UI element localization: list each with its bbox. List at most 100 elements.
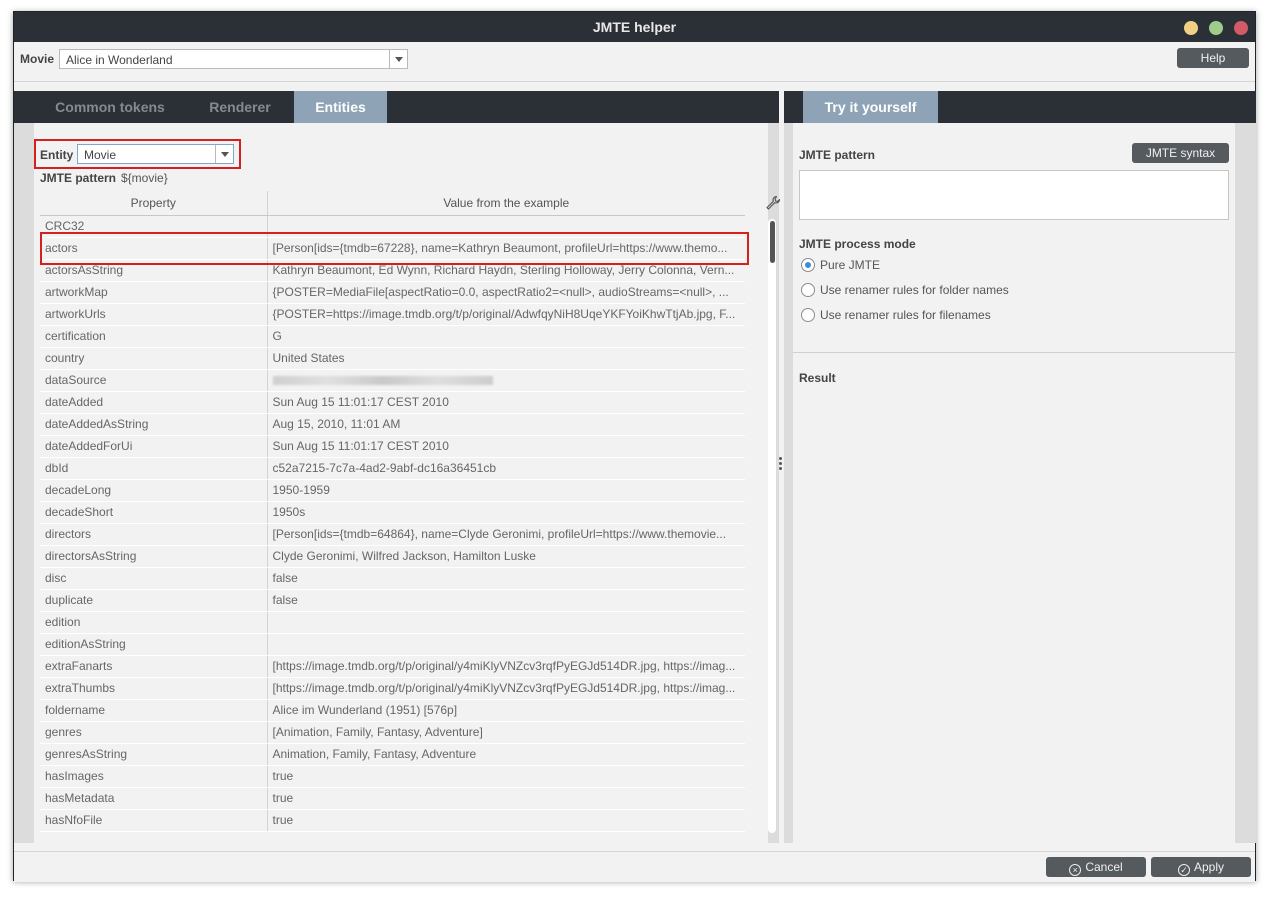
value-cell: true	[267, 765, 745, 788]
table-row[interactable]: extraFanarts [https://image.tmdb.org/t/p/…	[40, 655, 745, 678]
table-row[interactable]: dateAddedForUi Sun Aug 15 11:01:17 CEST 2…	[40, 435, 745, 458]
table-row[interactable]: decadeLong 1950-1959	[40, 479, 745, 502]
property-cell: dateAdded	[40, 391, 268, 414]
property-cell: editionAsString	[40, 633, 268, 656]
radio-pure-jmte[interactable]	[801, 258, 815, 272]
try-pattern-label: JMTE pattern	[799, 148, 876, 162]
tab-entities[interactable]: Entities	[294, 91, 387, 131]
movie-label: Movie	[20, 52, 55, 66]
jmte-helper-window: JMTE helper Movie Alice in Wonderland He…	[13, 11, 1256, 882]
table-row[interactable]: directors [Person[ids={tmdb=64864}, name=…	[40, 523, 745, 546]
value-cell: c52a7215-7c7a-4ad2-9abf-dc16a36451cb	[267, 457, 745, 480]
value-cell	[267, 611, 745, 634]
table-row[interactable]: extraThumbs [https://image.tmdb.org/t/p/o…	[40, 677, 745, 700]
table-row[interactable]: genresAsString Animation, Family, Fantasy…	[40, 743, 745, 766]
property-cell: extraThumbs	[40, 677, 268, 700]
value-cell: true	[267, 809, 745, 832]
radio-folder-names[interactable]	[801, 283, 815, 297]
try-it-panel: JMTE pattern JMTE syntax JMTE process mo…	[784, 123, 1256, 843]
table-row[interactable]: artworkMap {POSTER=MediaFile[aspectRatio=…	[40, 281, 745, 304]
value-cell: [https://image.tmdb.org/t/p/original/y4m…	[267, 655, 745, 678]
property-cell: genres	[40, 721, 268, 744]
table-row[interactable]: edition	[40, 611, 745, 634]
cancel-button[interactable]: × Cancel	[1046, 857, 1146, 877]
help-button[interactable]: Help	[1177, 48, 1249, 68]
table-row[interactable]: editionAsString	[40, 633, 745, 656]
cancel-label: Cancel	[1085, 860, 1123, 874]
table-row[interactable]: directorsAsString Clyde Geronimi, Wilfred…	[40, 545, 745, 568]
table-scrollbar-track[interactable]	[768, 219, 776, 833]
minimize-button[interactable]	[1184, 21, 1198, 35]
value-cell: Alice im Wunderland (1951) [576p]	[267, 699, 745, 722]
wrench-icon[interactable]	[765, 195, 781, 211]
property-cell: hasMetadata	[40, 787, 268, 810]
movie-select[interactable]: Alice in Wonderland	[59, 49, 408, 69]
property-cell: dateAddedAsString	[40, 413, 268, 436]
value-cell: true	[267, 787, 745, 810]
tab-try-it-yourself[interactable]: Try it yourself	[803, 91, 938, 131]
property-cell: decadeShort	[40, 501, 268, 524]
jmte-syntax-button[interactable]: JMTE syntax	[1132, 143, 1229, 163]
table-row[interactable]: foldername Alice im Wunderland (1951) [57…	[40, 699, 745, 722]
radio-folder-names-label[interactable]: Use renamer rules for folder names	[820, 283, 1009, 297]
table-row[interactable]: dateAddedAsString Aug 15, 2010, 11:01 AM	[40, 413, 745, 436]
pattern-value: ${movie}	[121, 171, 168, 185]
radio-pure-jmte-label[interactable]: Pure JMTE	[820, 258, 880, 272]
cancel-icon: ×	[1069, 864, 1082, 876]
table-row[interactable]: genres [Animation, Family, Fantasy, Adven…	[40, 721, 745, 744]
column-header-value[interactable]: Value from the example	[267, 191, 745, 216]
column-header-property[interactable]: Property	[40, 191, 268, 216]
table-row[interactable]: disc false	[40, 567, 745, 590]
table-row[interactable]: dbId c52a7215-7c7a-4ad2-9abf-dc16a36451cb	[40, 457, 745, 480]
left-tab-bar: Common tokens Renderer Entities	[14, 91, 779, 131]
properties-table-body: CRC32 actors [Person[ids={tmdb=67228}, nam…	[40, 215, 745, 832]
table-row[interactable]: country United States	[40, 347, 745, 370]
table-row[interactable]: decadeShort 1950s	[40, 501, 745, 524]
property-cell: dataSource	[40, 369, 268, 392]
table-row[interactable]: certification G	[40, 325, 745, 348]
property-cell: hasImages	[40, 765, 268, 788]
radio-filenames-label[interactable]: Use renamer rules for filenames	[820, 308, 991, 322]
table-scrollbar-thumb[interactable]	[770, 221, 775, 263]
redacted-value	[272, 376, 493, 386]
tab-renderer[interactable]: Renderer	[186, 91, 294, 123]
value-cell: United States	[267, 347, 745, 370]
property-cell: directors	[40, 523, 268, 546]
property-cell: edition	[40, 611, 268, 634]
table-header-row: Property Value from the example	[40, 191, 745, 216]
try-pattern-input[interactable]	[799, 170, 1229, 220]
property-cell: country	[40, 347, 268, 370]
table-row[interactable]: hasImages true	[40, 765, 745, 788]
apply-button[interactable]: ✓ Apply	[1151, 857, 1251, 877]
maximize-button[interactable]	[1209, 21, 1223, 35]
table-row[interactable]: dataSource	[40, 369, 745, 392]
value-cell: [https://image.tmdb.org/t/p/original/y4m…	[267, 677, 745, 700]
table-row[interactable]: artworkUrls {POSTER=https://image.tmdb.or…	[40, 303, 745, 326]
value-cell: Animation, Family, Fantasy, Adventure	[267, 743, 745, 766]
chevron-down-icon[interactable]	[389, 50, 407, 68]
value-cell: false	[267, 567, 745, 590]
entities-panel: Entity Movie JMTE pattern ${movie} Prope…	[14, 123, 781, 843]
window-title: JMTE helper	[592, 19, 677, 35]
property-cell: dateAddedForUi	[40, 435, 268, 458]
table-row[interactable]: duplicate false	[40, 589, 745, 612]
property-cell: disc	[40, 567, 268, 590]
right-tab-bar: Try it yourself	[784, 91, 1256, 131]
value-cell: Sun Aug 15 11:01:17 CEST 2010	[267, 435, 745, 458]
table-row[interactable]: hasMetadata true	[40, 787, 745, 810]
value-cell: 1950s	[267, 501, 745, 524]
value-cell: {POSTER=https://image.tmdb.org/t/p/origi…	[267, 303, 745, 326]
close-window-button[interactable]	[1234, 21, 1248, 35]
property-cell: duplicate	[40, 589, 268, 612]
value-cell: [Animation, Family, Fantasy, Adventure]	[267, 721, 745, 744]
movie-select-value: Alice in Wonderland	[66, 53, 173, 67]
apply-label: Apply	[1193, 860, 1225, 874]
section-divider	[793, 352, 1235, 353]
table-row[interactable]: hasNfoFile true	[40, 809, 745, 832]
value-cell	[267, 369, 745, 392]
value-cell: {POSTER=MediaFile[aspectRatio=0.0, aspec…	[267, 281, 745, 304]
radio-filenames[interactable]	[801, 308, 815, 322]
table-row[interactable]: dateAdded Sun Aug 15 11:01:17 CEST 2010	[40, 391, 745, 414]
property-cell: dbId	[40, 457, 268, 480]
tab-common-tokens[interactable]: Common tokens	[34, 91, 186, 123]
